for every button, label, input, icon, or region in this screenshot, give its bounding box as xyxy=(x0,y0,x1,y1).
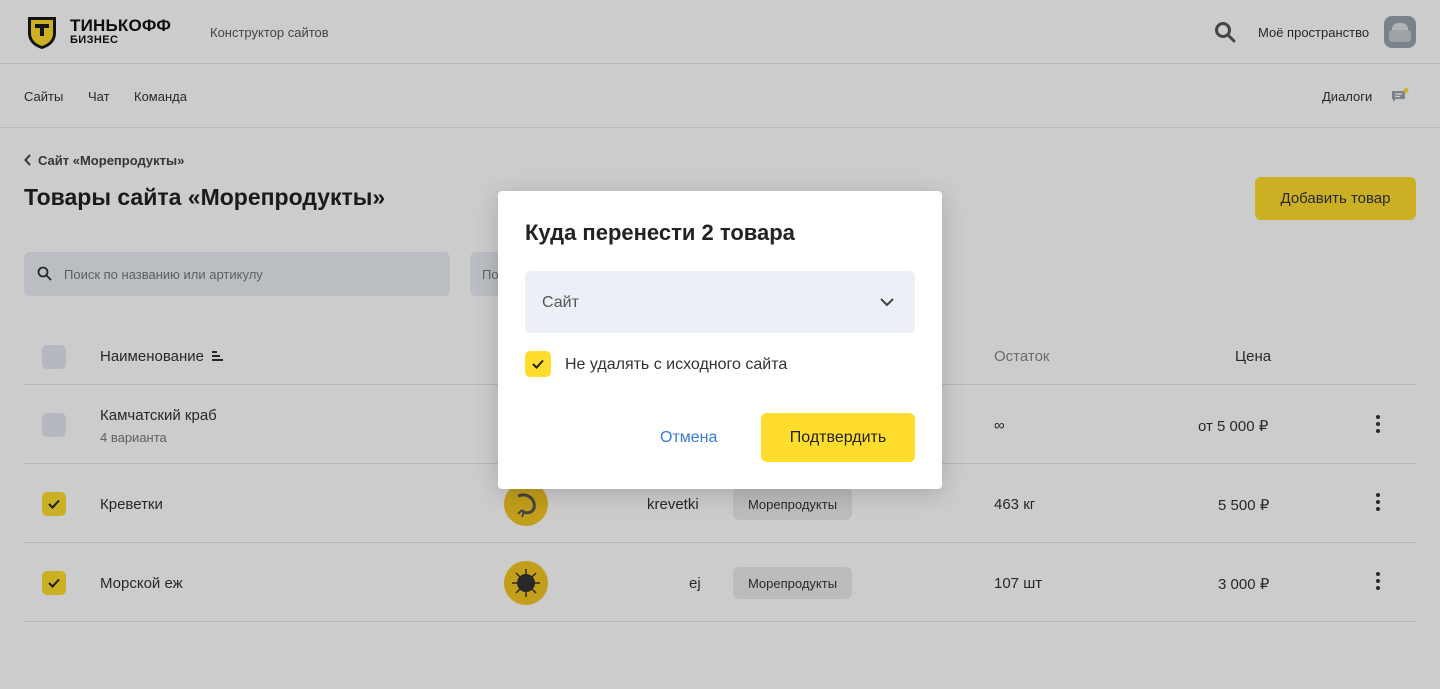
site-select[interactable]: Сайт xyxy=(525,271,915,333)
keep-source-checkbox[interactable] xyxy=(525,351,551,377)
confirm-button[interactable]: Подтвердить xyxy=(761,413,915,462)
chevron-down-icon xyxy=(880,298,894,307)
move-products-dialog: Куда перенести 2 товара Сайт Не удалять … xyxy=(498,191,942,489)
cancel-button[interactable]: Отмена xyxy=(660,429,717,447)
site-select-value: Сайт xyxy=(542,294,579,311)
keep-source-label[interactable]: Не удалять с исходного сайта xyxy=(565,356,787,374)
dialog-title: Куда перенести 2 товара xyxy=(525,220,795,245)
check-icon xyxy=(532,359,544,369)
